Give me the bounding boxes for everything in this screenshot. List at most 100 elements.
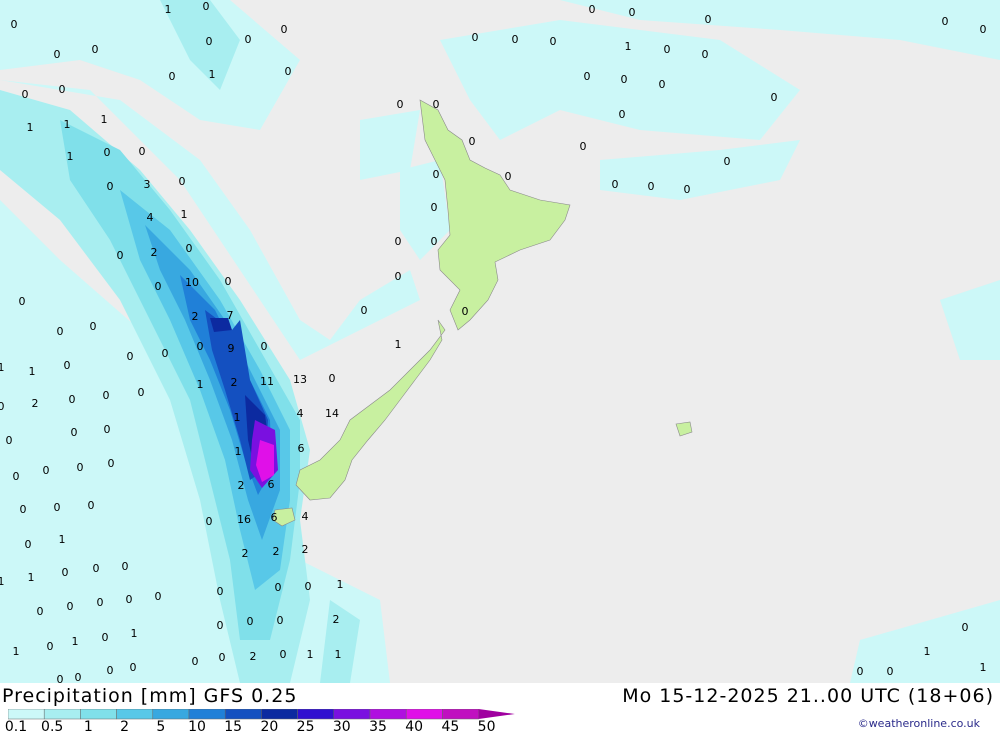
grid-value-label: 0	[192, 655, 199, 668]
grid-value-label: 1	[337, 578, 344, 591]
grid-value-label: 1	[625, 40, 632, 53]
grid-value-label: 0	[612, 178, 619, 191]
grid-value-label: 0	[13, 470, 20, 483]
grid-value-label: 0	[361, 304, 368, 317]
grid-value-label: 0	[104, 146, 111, 159]
grid-value-label: 1	[101, 113, 108, 126]
legend-swatch	[405, 709, 443, 720]
grid-value-label: 0	[90, 320, 97, 333]
grid-value-label: 6	[268, 478, 275, 491]
grid-value-label: 0	[127, 350, 134, 363]
grid-value-label: 0	[433, 98, 440, 111]
footer-bar: Precipitation [mm] GFS 0.25 Mo 15-12-202…	[0, 683, 1000, 735]
grid-value-label: 1	[13, 645, 20, 658]
grid-value-label: 0	[103, 389, 110, 402]
grid-value-label: 0	[75, 671, 82, 683]
grid-value-label: 0	[962, 621, 969, 634]
grid-value-label: 0	[88, 499, 95, 512]
grid-value-label: 0	[107, 664, 114, 677]
grid-value-label: 0	[97, 596, 104, 609]
grid-value-label: 0	[505, 170, 512, 183]
grid-value-label: 0	[280, 648, 287, 661]
grid-value-label: 16	[237, 513, 251, 526]
legend-swatch	[188, 709, 226, 720]
grid-value-label: 2	[250, 650, 257, 663]
grid-value-label: 0	[69, 393, 76, 406]
grid-value-label: 0	[857, 665, 864, 678]
grid-value-label: 0	[0, 400, 5, 413]
grid-value-label: 1	[924, 645, 931, 658]
grid-value-label: 0	[431, 235, 438, 248]
grid-value-label: 0	[11, 18, 18, 31]
grid-value-label: 13	[293, 373, 307, 386]
grid-value-label: 0	[305, 580, 312, 593]
grid-value-label: 0	[169, 70, 176, 83]
grid-value-label: 0	[512, 33, 519, 46]
grid-value-label: 0	[130, 661, 137, 674]
grid-value-label: 2	[242, 547, 249, 560]
grid-value-label: 6	[298, 442, 305, 455]
grid-value-label: 0	[25, 538, 32, 551]
grid-value-label: 1	[64, 118, 71, 131]
grid-value-label: 0	[580, 140, 587, 153]
grid-value-label: 0	[329, 372, 336, 385]
grid-value-label: 6	[271, 511, 278, 524]
grid-value-label: 0	[186, 242, 193, 255]
grid-value-label: 0	[92, 43, 99, 56]
grid-value-label: 0	[62, 566, 69, 579]
grid-value-label: 1	[980, 661, 987, 674]
grid-value-label: 1	[0, 361, 5, 374]
grid-value-label: 0	[702, 48, 709, 61]
grid-value-label: 0	[621, 73, 628, 86]
grid-value-label: 1	[0, 575, 5, 588]
grid-value-label: 0	[469, 135, 476, 148]
grid-value-label: 0	[108, 457, 115, 470]
grid-value-label: 1	[72, 635, 79, 648]
grid-value-label: 0	[139, 145, 146, 158]
legend-swatch	[116, 709, 154, 720]
grid-value-label: 1	[181, 208, 188, 221]
grid-value-label: 0	[57, 325, 64, 338]
grid-value-label: 0	[219, 651, 226, 664]
legend-arrow	[478, 709, 515, 719]
grid-value-label: 0	[122, 560, 129, 573]
grid-value-label: 0	[22, 88, 29, 101]
grid-value-label: 0	[71, 426, 78, 439]
grid-value-label: 0	[225, 275, 232, 288]
grid-value-label: 2	[333, 613, 340, 626]
grid-value-label: 0	[179, 175, 186, 188]
grid-value-label: 1	[59, 533, 66, 546]
grid-value-label: 4	[302, 510, 309, 523]
grid-value-label: 0	[395, 235, 402, 248]
credit-link[interactable]: ©weatheronline.co.uk	[858, 717, 980, 730]
map-canvas: 1 0 0 0 0 0 0 0 0 0 0 0 0 0 0 0 0 0 0 0 1 0 0 0 0 0 0 0 0 0 0 0 0 0 0 0 0 0 0 0…	[0, 0, 1000, 683]
grid-value-label: 2	[238, 479, 245, 492]
grid-value-label: 1	[27, 121, 34, 134]
grid-value-label: 1	[307, 648, 314, 661]
grid-value-label: 2	[32, 397, 39, 410]
grid-value-label: 1	[234, 411, 241, 424]
grid-value-label: 0	[43, 464, 50, 477]
legend-swatch	[369, 709, 407, 720]
grid-value-label: 0	[77, 461, 84, 474]
grid-value-label: 0	[126, 593, 133, 606]
grid-value-label: 0	[162, 347, 169, 360]
legend-swatch	[297, 709, 335, 720]
grid-value-label: 0	[67, 600, 74, 613]
grid-value-label: 0	[138, 386, 145, 399]
grid-value-label: 0	[54, 501, 61, 514]
grid-value-label: 0	[217, 619, 224, 632]
legend-swatch	[8, 709, 45, 720]
legend-swatch	[224, 709, 262, 720]
legend-swatch	[442, 709, 479, 720]
grid-value-label: 4	[147, 211, 154, 224]
grid-value-label: 2	[231, 376, 238, 389]
grid-value-label: 0	[705, 13, 712, 26]
grid-value-label: 3	[144, 178, 151, 191]
grid-value-label: 1	[28, 571, 35, 584]
grid-value-label: 2	[192, 310, 199, 323]
legend-swatch	[333, 709, 371, 720]
grid-value-label: 0	[771, 91, 778, 104]
grid-value-label: 0	[104, 423, 111, 436]
grid-value-label: 1	[235, 445, 242, 458]
